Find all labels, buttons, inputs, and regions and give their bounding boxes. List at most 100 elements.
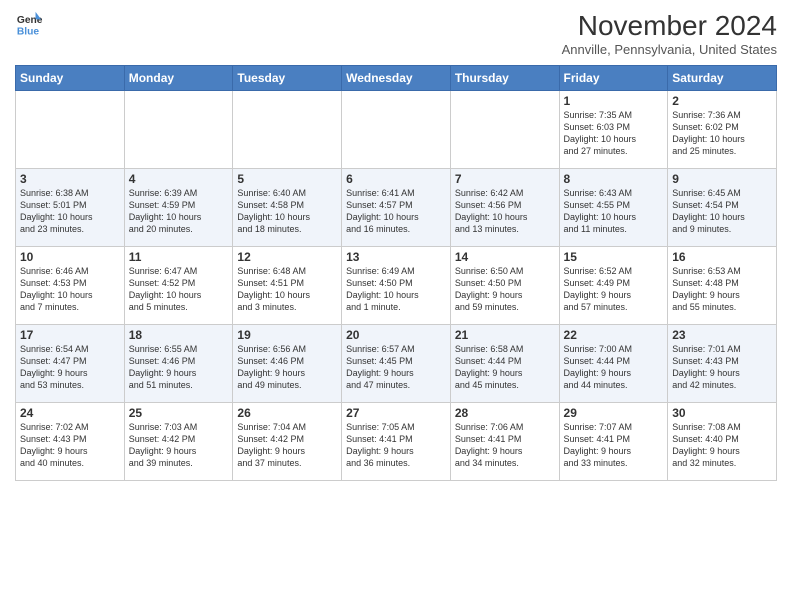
header: General Blue November 2024 Annville, Pen… [15,10,777,57]
day-cell: 23Sunrise: 7:01 AM Sunset: 4:43 PM Dayli… [668,325,777,403]
col-friday: Friday [559,66,668,91]
day-number: 10 [20,250,120,264]
day-info: Sunrise: 7:06 AM Sunset: 4:41 PM Dayligh… [455,421,555,470]
day-info: Sunrise: 7:35 AM Sunset: 6:03 PM Dayligh… [564,109,664,158]
day-cell: 9Sunrise: 6:45 AM Sunset: 4:54 PM Daylig… [668,169,777,247]
day-info: Sunrise: 6:41 AM Sunset: 4:57 PM Dayligh… [346,187,446,236]
day-info: Sunrise: 6:50 AM Sunset: 4:50 PM Dayligh… [455,265,555,314]
day-number: 14 [455,250,555,264]
location: Annville, Pennsylvania, United States [562,42,777,57]
day-number: 1 [564,94,664,108]
day-info: Sunrise: 6:56 AM Sunset: 4:46 PM Dayligh… [237,343,337,392]
day-cell: 3Sunrise: 6:38 AM Sunset: 5:01 PM Daylig… [16,169,125,247]
day-cell: 30Sunrise: 7:08 AM Sunset: 4:40 PM Dayli… [668,403,777,481]
month-title: November 2024 [562,10,777,42]
day-info: Sunrise: 6:48 AM Sunset: 4:51 PM Dayligh… [237,265,337,314]
week-row-1: 3Sunrise: 6:38 AM Sunset: 5:01 PM Daylig… [16,169,777,247]
day-info: Sunrise: 7:07 AM Sunset: 4:41 PM Dayligh… [564,421,664,470]
day-info: Sunrise: 7:00 AM Sunset: 4:44 PM Dayligh… [564,343,664,392]
day-info: Sunrise: 6:38 AM Sunset: 5:01 PM Dayligh… [20,187,120,236]
day-cell: 14Sunrise: 6:50 AM Sunset: 4:50 PM Dayli… [450,247,559,325]
day-number: 12 [237,250,337,264]
day-info: Sunrise: 6:53 AM Sunset: 4:48 PM Dayligh… [672,265,772,314]
day-info: Sunrise: 7:36 AM Sunset: 6:02 PM Dayligh… [672,109,772,158]
day-info: Sunrise: 6:55 AM Sunset: 4:46 PM Dayligh… [129,343,229,392]
day-number: 28 [455,406,555,420]
title-area: November 2024 Annville, Pennsylvania, Un… [562,10,777,57]
day-cell: 15Sunrise: 6:52 AM Sunset: 4:49 PM Dayli… [559,247,668,325]
day-info: Sunrise: 7:03 AM Sunset: 4:42 PM Dayligh… [129,421,229,470]
day-number: 2 [672,94,772,108]
day-number: 8 [564,172,664,186]
day-cell: 17Sunrise: 6:54 AM Sunset: 4:47 PM Dayli… [16,325,125,403]
day-number: 30 [672,406,772,420]
day-cell: 20Sunrise: 6:57 AM Sunset: 4:45 PM Dayli… [342,325,451,403]
day-number: 23 [672,328,772,342]
day-cell: 13Sunrise: 6:49 AM Sunset: 4:50 PM Dayli… [342,247,451,325]
calendar-table: Sunday Monday Tuesday Wednesday Thursday… [15,65,777,481]
day-number: 3 [20,172,120,186]
day-cell: 12Sunrise: 6:48 AM Sunset: 4:51 PM Dayli… [233,247,342,325]
day-cell: 16Sunrise: 6:53 AM Sunset: 4:48 PM Dayli… [668,247,777,325]
day-cell: 7Sunrise: 6:42 AM Sunset: 4:56 PM Daylig… [450,169,559,247]
day-cell: 24Sunrise: 7:02 AM Sunset: 4:43 PM Dayli… [16,403,125,481]
day-number: 4 [129,172,229,186]
day-cell: 2Sunrise: 7:36 AM Sunset: 6:02 PM Daylig… [668,91,777,169]
week-row-3: 17Sunrise: 6:54 AM Sunset: 4:47 PM Dayli… [16,325,777,403]
day-info: Sunrise: 6:57 AM Sunset: 4:45 PM Dayligh… [346,343,446,392]
day-number: 17 [20,328,120,342]
page: General Blue November 2024 Annville, Pen… [0,0,792,612]
header-row: Sunday Monday Tuesday Wednesday Thursday… [16,66,777,91]
day-info: Sunrise: 6:39 AM Sunset: 4:59 PM Dayligh… [129,187,229,236]
day-number: 7 [455,172,555,186]
day-cell: 4Sunrise: 6:39 AM Sunset: 4:59 PM Daylig… [124,169,233,247]
day-number: 20 [346,328,446,342]
day-info: Sunrise: 7:05 AM Sunset: 4:41 PM Dayligh… [346,421,446,470]
col-thursday: Thursday [450,66,559,91]
day-info: Sunrise: 6:47 AM Sunset: 4:52 PM Dayligh… [129,265,229,314]
day-number: 26 [237,406,337,420]
day-number: 5 [237,172,337,186]
day-cell [124,91,233,169]
col-monday: Monday [124,66,233,91]
day-cell: 21Sunrise: 6:58 AM Sunset: 4:44 PM Dayli… [450,325,559,403]
day-info: Sunrise: 6:45 AM Sunset: 4:54 PM Dayligh… [672,187,772,236]
day-cell: 10Sunrise: 6:46 AM Sunset: 4:53 PM Dayli… [16,247,125,325]
day-cell: 1Sunrise: 7:35 AM Sunset: 6:03 PM Daylig… [559,91,668,169]
day-cell: 5Sunrise: 6:40 AM Sunset: 4:58 PM Daylig… [233,169,342,247]
day-cell: 29Sunrise: 7:07 AM Sunset: 4:41 PM Dayli… [559,403,668,481]
day-cell [16,91,125,169]
day-number: 19 [237,328,337,342]
day-number: 15 [564,250,664,264]
col-wednesday: Wednesday [342,66,451,91]
day-number: 29 [564,406,664,420]
week-row-2: 10Sunrise: 6:46 AM Sunset: 4:53 PM Dayli… [16,247,777,325]
day-cell: 8Sunrise: 6:43 AM Sunset: 4:55 PM Daylig… [559,169,668,247]
day-number: 16 [672,250,772,264]
day-cell: 11Sunrise: 6:47 AM Sunset: 4:52 PM Dayli… [124,247,233,325]
day-number: 24 [20,406,120,420]
day-number: 25 [129,406,229,420]
day-info: Sunrise: 6:46 AM Sunset: 4:53 PM Dayligh… [20,265,120,314]
svg-text:Blue: Blue [17,26,40,37]
day-cell [233,91,342,169]
day-cell: 25Sunrise: 7:03 AM Sunset: 4:42 PM Dayli… [124,403,233,481]
day-info: Sunrise: 7:02 AM Sunset: 4:43 PM Dayligh… [20,421,120,470]
logo: General Blue [15,10,43,38]
day-number: 27 [346,406,446,420]
day-info: Sunrise: 6:58 AM Sunset: 4:44 PM Dayligh… [455,343,555,392]
col-tuesday: Tuesday [233,66,342,91]
day-info: Sunrise: 7:01 AM Sunset: 4:43 PM Dayligh… [672,343,772,392]
day-info: Sunrise: 7:08 AM Sunset: 4:40 PM Dayligh… [672,421,772,470]
day-number: 21 [455,328,555,342]
day-number: 18 [129,328,229,342]
day-cell [450,91,559,169]
day-info: Sunrise: 6:42 AM Sunset: 4:56 PM Dayligh… [455,187,555,236]
day-cell: 22Sunrise: 7:00 AM Sunset: 4:44 PM Dayli… [559,325,668,403]
day-number: 6 [346,172,446,186]
day-info: Sunrise: 6:54 AM Sunset: 4:47 PM Dayligh… [20,343,120,392]
day-cell: 28Sunrise: 7:06 AM Sunset: 4:41 PM Dayli… [450,403,559,481]
col-saturday: Saturday [668,66,777,91]
day-cell: 6Sunrise: 6:41 AM Sunset: 4:57 PM Daylig… [342,169,451,247]
logo-icon: General Blue [15,10,43,38]
